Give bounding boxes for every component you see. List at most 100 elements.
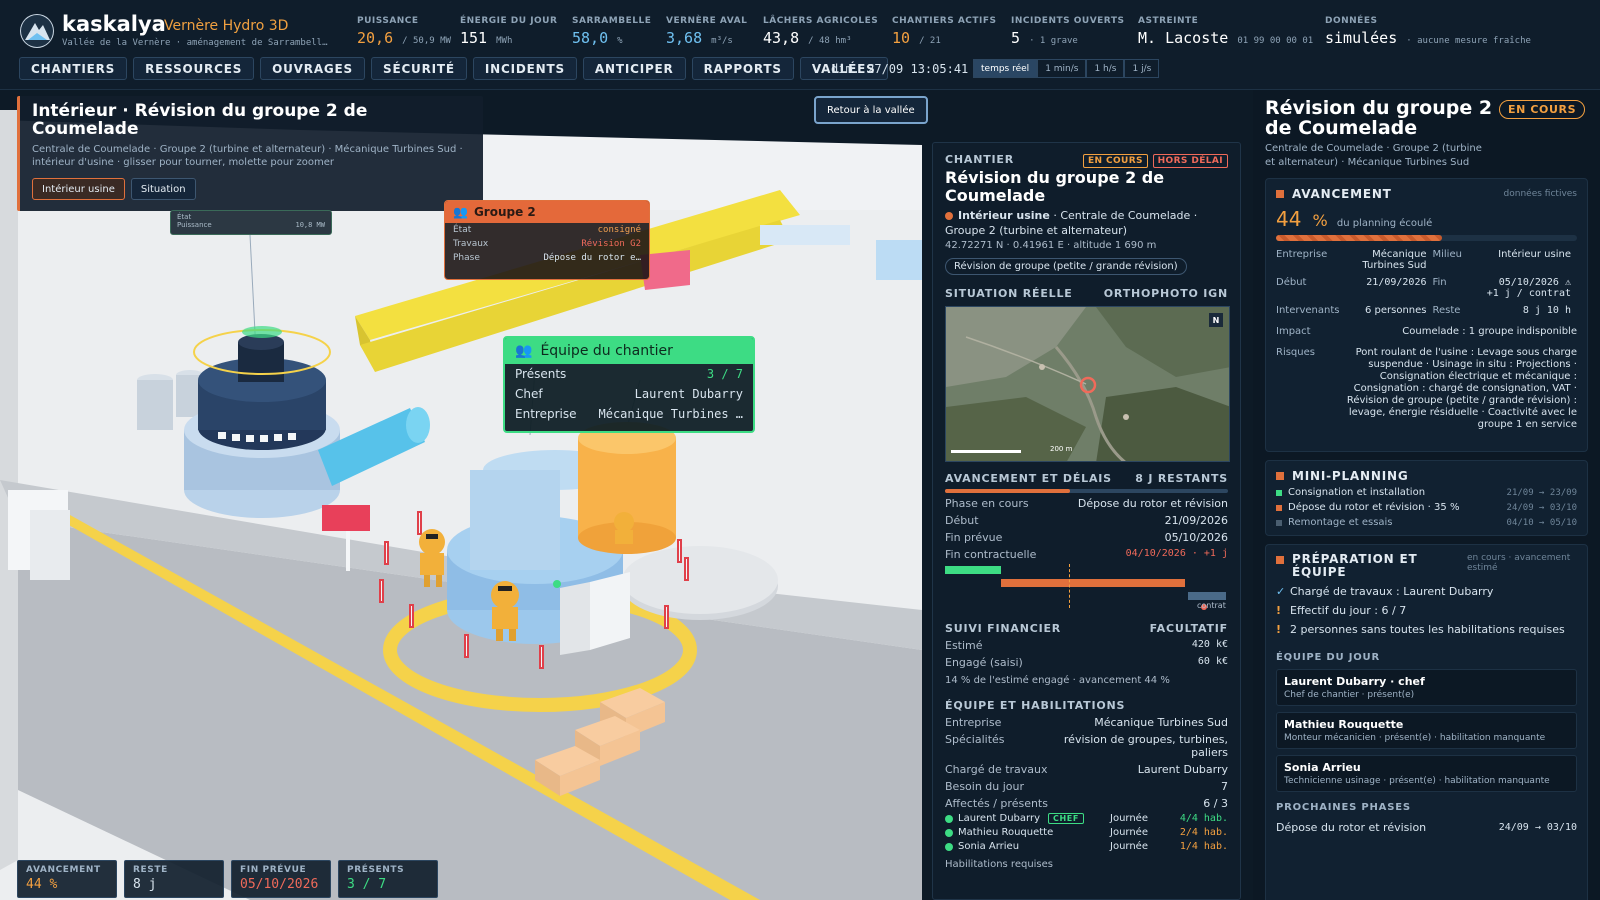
team-day-title: ÉQUIPE DU JOUR [1276,652,1380,663]
person-name: Laurent Dubarry CHEF [958,813,1110,824]
next-phases-title: PROCHAINES PHASES [1276,802,1411,813]
chantier-progress-bar [945,489,1228,493]
chantier-coords: 42.72271 N · 0.41961 E · altitude 1 690 … [945,240,1157,251]
kpi-item: CHANTIERS ACTIFS 10 / 21 [892,16,997,47]
kpi-value: M. Lacoste 01 99 00 00 01 [1138,29,1314,47]
right-summary-panel: Révision du groupe 2 de Coumelade Centra… [1253,90,1600,900]
speed-1min[interactable]: 1 min/s [1037,59,1087,78]
team-row: Affectés / présents 6 / 3 [945,797,1228,810]
gantt-bar-consignation [945,566,1001,574]
scene-subtitle: Centrale de Coumelade · Groupe 2 (turbin… [32,144,463,155]
nav-securite[interactable]: SÉCURITÉ [371,57,467,80]
delay-row: Fin contractuelle 04/10/2026 · +1 j [945,548,1228,561]
planning-item[interactable]: Dépose du rotor et révision · 35 % 24/09 … [1276,502,1577,513]
location-label: Vallée de la Vernère · aménagement de Sa… [62,38,328,48]
nav-anticiper[interactable]: ANTICIPER [582,57,686,80]
summary-status-badge: EN COURS [1499,100,1586,119]
team-row: Chef Laurent Dubarry [515,387,743,401]
status-badge: EN COURS [1082,154,1148,168]
groupe2-tooltip[interactable]: 👥 Groupe 2 État consigné Travaux Révision … [444,200,650,280]
groupe1-tooltip[interactable]: État Puissance 10,8 MW [170,210,332,235]
nav-incidents[interactable]: INCIDENTS [472,57,577,80]
clock: dim. 27/09 13:05:41 [831,62,969,76]
avancement-fill [1276,235,1442,241]
kpi-value: 58,0 % [572,29,623,47]
back-to-valley-button[interactable]: Retour à la vallée [814,96,928,124]
kpi-label: LÂCHERS AGRICOLES [763,16,879,26]
finance-section-header: SUIVI FINANCIER FACULTATIF [945,622,1228,635]
kpi-presents: PRÉSENTS 3 / 7 [338,860,438,898]
prep-item: ✓ Chargé de travaux : Laurent Dubarry [1276,585,1494,598]
people-icon: 👥 [515,343,533,359]
speed-realtime[interactable]: temps réel [973,59,1038,78]
nav-ouvrages[interactable]: OUVRAGES [260,57,365,80]
person-row[interactable]: Laurent Dubarry CHEF Journée 4/4 hab. [945,813,1228,824]
team-member-card[interactable]: Sonia Arrieu Technicienne usinage · prése… [1276,755,1577,792]
avancement-details: Entreprise Mécanique Turbines Sud Milieu… [1276,249,1571,316]
team-row: Entreprise Mécanique Turbines … [515,407,743,421]
prep-item: ! Effectif du jour : 6 / 7 [1276,604,1407,617]
status-dot [945,212,953,220]
main-nav: CHANTIERS RESSOURCES OUVRAGES SÉCURITÉ I… [19,57,888,80]
next-phase-item[interactable]: Dépose du rotor et révision 24/09 → 03/10 [1276,821,1577,834]
phase-marker-icon [1276,489,1282,496]
mini-planning-header: MINI-PLANNING [1276,469,1577,483]
delay-row: Début 21/09/2026 [945,514,1228,527]
groupe2-row: Travaux Révision G2 [453,239,641,249]
view-situation-button[interactable]: Situation [130,178,196,200]
nav-rapports[interactable]: RAPPORTS [691,57,794,80]
delay-section-header: AVANCEMENT ET DÉLAIS 8 J RESTANTS [945,472,1228,485]
section-marker-icon [1276,472,1284,480]
kpi-avancement: AVANCEMENT 44 % [17,860,117,898]
kpi-label: SARRAMBELLE [572,16,652,26]
team-tooltip-header: 👥 Équipe du chantier [505,338,753,364]
section-marker-icon [1276,556,1284,564]
person-row[interactable]: Sonia Arrieu Journée 1/4 hab. [945,841,1228,852]
view-interior-button[interactable]: Intérieur usine [32,178,125,200]
preparation-card: PRÉPARATION ET ÉQUIPE en cours · avanceme… [1265,544,1588,900]
kpi-item: VERNÈRE AVAL 3,68 m³/s [666,16,747,47]
speed-1j[interactable]: 1 j/s [1124,59,1160,78]
planning-item[interactable]: Remontage et essais 04/10 → 05/10 [1276,517,1577,528]
map-scale-label: 200 m [1050,445,1073,453]
team-member-card[interactable]: Mathieu Rouquette Monteur mécanicien · pr… [1276,712,1577,749]
warning-icon: ! [1276,623,1282,636]
kpi-item: PUISSANCE 20,6 / 50,9 MW [357,16,451,47]
today-marker [1069,564,1070,608]
presence-dot [945,828,953,837]
team-tooltip[interactable]: 👥 Équipe du chantier Présents 3 / 7 Chef L… [503,336,755,433]
person-row[interactable]: Mathieu Rouquette Journée 2/4 hab. [945,827,1228,838]
scene-title: Intérieur · Révision du groupe 2 de Coum… [32,101,368,139]
mini-planning-card: MINI-PLANNING Consignation et installati… [1265,460,1588,536]
groupe2-row: État consigné [453,225,641,235]
kpi-label: PUISSANCE [357,16,419,26]
chantier-progress-fill [945,489,1070,493]
kpi-label: ÉNERGIE DU JOUR [460,16,558,26]
delay-row: Phase en cours Dépose du rotor et révisio… [945,497,1228,510]
avancement-bar [1276,235,1577,241]
chantier-detail-panel: CHANTIER EN COURS HORS DÉLAI Révision du… [932,142,1241,900]
phase-marker-icon [1276,519,1282,526]
kpi-value: 3,68 m³/s [666,29,733,47]
nav-ressources[interactable]: RESSOURCES [133,57,255,80]
nav-chantiers[interactable]: CHANTIERS [19,57,128,80]
avancement-card: AVANCEMENT données fictives 44 % du plann… [1265,178,1588,452]
scene-hint: intérieur d'usine · glisser pour tourner… [32,157,334,168]
check-icon: ✓ [1276,585,1286,598]
speed-1h[interactable]: 1 h/s [1086,59,1125,78]
impact-row: Impact Coumelade : 1 groupe indisponible [1276,326,1577,337]
north-indicator-icon: N [1209,313,1223,327]
prep-item: ! 2 personnes sans toutes les habilitatio… [1276,623,1565,636]
team-row: Spécialités révision de groupes, turbines… [945,733,1228,759]
kpi-value: 151 MWh [460,29,513,47]
planning-item[interactable]: Consignation et installation 21/09 → 23/0… [1276,487,1577,498]
kpi-value: 20,6 / 50,9 MW [357,29,451,47]
chantier-location: Intérieur usine · Centrale de Coumelade … [945,209,1228,222]
chantier-title: Révision du groupe 2 de Coumelade [945,168,1165,205]
orthophoto-map[interactable]: N 200 m [945,306,1230,462]
team-row: Besoin du jour 7 [945,780,1228,793]
habilitations-title: Habilitations requises [945,859,1054,870]
work-type-pill[interactable]: Révision de groupe (petite / grande révi… [945,258,1187,275]
team-member-card[interactable]: Laurent Dubarry · chef Chef de chantier ·… [1276,669,1577,706]
chantier-badges: EN COURS HORS DÉLAI [1082,153,1228,168]
